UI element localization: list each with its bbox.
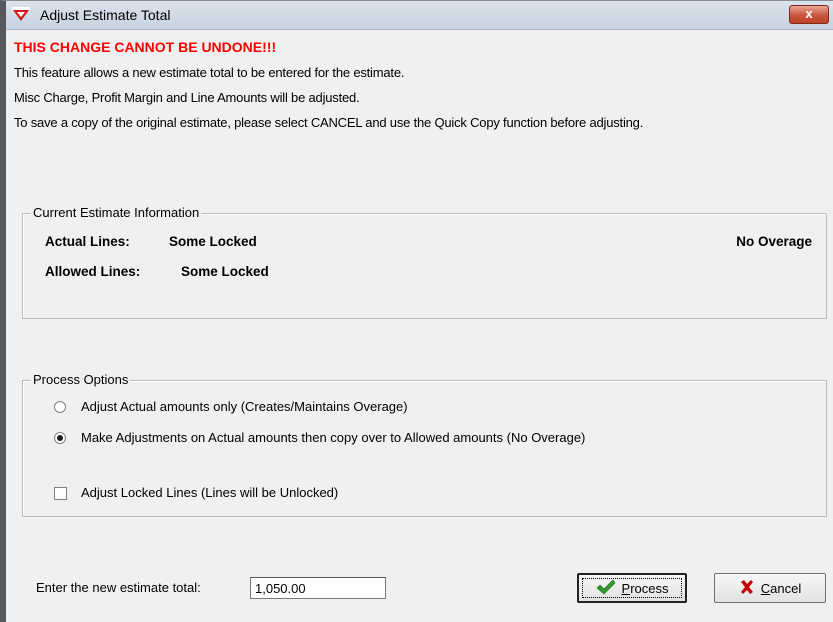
adjust-locked-checkbox[interactable] [54,487,67,500]
cancel-label-rest: ancel [770,580,802,596]
current-estimate-group: Current Estimate Information Actual Line… [22,205,827,319]
close-icon: x [805,6,813,21]
info-line-3: To save a copy of the original estimate,… [14,115,644,130]
warning-message: THIS CHANGE CANNOT BE UNDONE!!! [14,39,277,55]
title-bar[interactable]: Adjust Estimate Total x [6,1,833,30]
actual-lines-label: Actual Lines: [45,234,130,249]
process-options-legend: Process Options [31,372,131,387]
allowed-lines-value: Some Locked [181,264,269,279]
x-icon [739,579,755,598]
radio-actual-only[interactable] [54,401,66,413]
process-options-group: Process Options Adjust Actual amounts on… [22,372,827,517]
process-button[interactable]: Process [577,573,687,603]
new-total-input[interactable] [250,577,386,599]
info-line-2: Misc Charge, Profit Margin and Line Amou… [14,90,360,105]
actual-lines-value: Some Locked [169,234,257,249]
focus-rectangle [582,578,682,598]
cancel-label: Cancel [761,581,801,596]
radio-actual-only-label[interactable]: Adjust Actual amounts only (Creates/Main… [81,399,408,414]
window-title: Adjust Estimate Total [40,7,171,23]
app-logo-icon [12,7,30,23]
info-line-1: This feature allows a new estimate total… [14,65,405,80]
radio-copy-to-allowed[interactable] [54,432,66,444]
cancel-mnemonic: C [760,580,771,596]
current-estimate-legend: Current Estimate Information [31,205,202,220]
new-total-label: Enter the new estimate total: [36,580,201,595]
dialog-window: Adjust Estimate Total x THIS CHANGE CANN… [0,0,833,622]
radio-copy-to-allowed-label[interactable]: Make Adjustments on Actual amounts then … [81,430,585,445]
cancel-button[interactable]: Cancel [714,573,826,603]
close-button[interactable]: x [789,5,829,24]
allowed-lines-label: Allowed Lines: [45,264,141,279]
adjust-locked-label[interactable]: Adjust Locked Lines (Lines will be Unloc… [81,485,338,500]
overage-status: No Overage [736,234,812,249]
